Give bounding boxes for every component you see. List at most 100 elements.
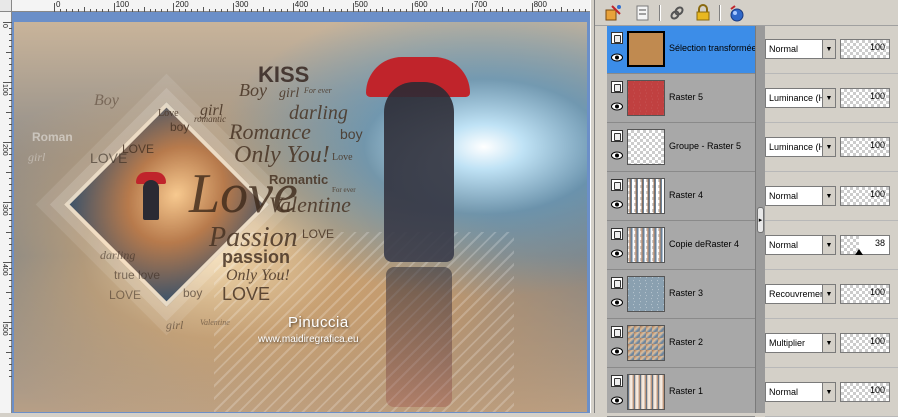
lock-icon[interactable] [693,3,713,23]
layer-name[interactable]: Raster 5 [669,92,755,102]
opacity-value: 100 [869,189,885,199]
layer-thumbnail[interactable] [627,31,665,67]
opacity-slider[interactable]: 100 [840,382,890,402]
chevron-down-icon[interactable]: ▼ [822,285,835,303]
opacity-slider[interactable]: 100 [840,88,890,108]
opacity-pointer-icon[interactable] [855,249,864,255]
layer-name[interactable]: Copie deRaster 4 [669,239,755,249]
ruler-minor-tick [251,9,252,12]
layer-thumbnail[interactable] [627,129,665,165]
ruler-minor-tick [95,9,97,12]
layer-row[interactable]: Raster 5 [607,75,755,123]
blend-mode-value: Normal [769,240,799,250]
layer-thumbnail[interactable] [627,276,665,312]
ruler-minor-tick [549,9,551,12]
layer-mask-toggle[interactable] [611,81,623,93]
layer-thumbnail[interactable] [627,227,665,263]
ruler-tick-label: 600 [414,0,428,9]
ruler-minor-tick [9,304,12,305]
opacity-slider[interactable]: 100 [840,186,890,206]
blend-mode-select[interactable]: Normal ▼ [765,39,836,59]
layer-row[interactable]: Sélection transformée [607,26,755,74]
word-only-you-small: Only You! [226,267,290,284]
visibility-toggle-icon[interactable] [727,3,747,23]
layer-mask-toggle[interactable] [611,130,623,142]
layer-name[interactable]: Raster 1 [669,386,755,396]
layer-row[interactable]: Raster 4 [607,173,755,221]
blend-mode-select[interactable]: Recouvrement ▼ [765,284,836,304]
link-icon[interactable] [667,3,687,23]
layer-name[interactable]: Raster 2 [669,337,755,347]
blend-mode-select[interactable]: Normal ▼ [765,382,836,402]
opacity-slider[interactable]: 38 [840,235,890,255]
layer-name[interactable]: Raster 4 [669,190,755,200]
eye-icon[interactable] [611,151,623,160]
blend-mode-select[interactable]: Luminance (H) ▼ [765,137,836,157]
eye-icon[interactable] [611,102,623,111]
layer-thumbnail[interactable] [627,178,665,214]
layer-row[interactable]: Raster 1 [607,369,755,417]
layer-mask-toggle[interactable] [611,326,623,338]
layer-name[interactable]: Sélection transformée [669,43,755,53]
opacity-slider[interactable]: 100 [840,137,890,157]
ruler-minor-tick [477,9,479,12]
opacity-value: 100 [869,385,885,395]
layer-row[interactable]: Copie deRaster 4 [607,222,755,270]
eye-icon[interactable] [611,396,623,405]
ruler-minor-tick [495,9,497,12]
ruler-minor-tick [543,9,545,12]
ruler-minor-tick [442,7,444,12]
layer-mask-toggle[interactable] [611,32,623,44]
ruler-minor-tick [519,9,521,12]
eye-icon[interactable] [611,298,623,307]
blend-mode-select[interactable]: Normal ▼ [765,235,836,255]
eye-icon[interactable] [611,200,623,209]
chevron-down-icon[interactable]: ▼ [822,138,835,156]
word-valentine-lower: Valentine [200,318,230,327]
eye-icon[interactable] [611,249,623,258]
chevron-down-icon[interactable]: ▼ [822,89,835,107]
ruler-tick-label: 0 [1,24,8,28]
blend-mode-select[interactable]: Normal ▼ [765,186,836,206]
layer-thumbnail[interactable] [627,80,665,116]
layer-mask-toggle[interactable] [611,228,623,240]
blend-mode-select[interactable]: Multiplier ▼ [765,333,836,353]
chevron-down-icon[interactable]: ▼ [822,334,835,352]
chevron-down-icon[interactable]: ▼ [822,40,835,58]
ruler-minor-tick [418,9,420,12]
eye-icon[interactable] [611,53,623,62]
layer-row[interactable]: Raster 2 [607,320,755,368]
word-boy: Boy [239,80,267,100]
chevron-down-icon[interactable]: ▼ [822,187,835,205]
layer-mask-toggle[interactable] [611,277,623,289]
layer-name[interactable]: Groupe - Raster 5 [669,141,755,151]
word-valentine: Valentine [269,192,351,217]
ruler-minor-tick [388,9,390,12]
layer-thumbnail[interactable] [627,325,665,361]
layer-row[interactable]: Raster 3 [607,271,755,319]
ruler-minor-tick [483,9,485,12]
ruler-tick [3,82,12,83]
ruler-minor-tick [215,9,217,12]
layer-thumbnail[interactable] [627,374,665,410]
layer-name[interactable]: Raster 3 [669,288,755,298]
ruler-minor-tick [9,166,12,167]
small-couple-figure [143,180,159,220]
chevron-down-icon[interactable]: ▼ [822,236,835,254]
ruler-minor-tick [9,46,12,47]
opacity-slider[interactable]: 100 [840,39,890,59]
layer-row[interactable]: Groupe - Raster 5 [607,124,755,172]
layers-toolbar [595,0,898,26]
layer-mask-toggle[interactable] [611,375,623,387]
blend-mode-select[interactable]: Luminance (H) ▼ [765,88,836,108]
chevron-down-icon[interactable]: ▼ [822,383,835,401]
opacity-slider[interactable]: 100 [840,333,890,353]
eye-icon[interactable] [611,347,623,356]
collapse-button[interactable]: ▸ [757,207,764,233]
image-canvas[interactable]: Roman girl Boy LOVE darling true love LO… [14,22,587,412]
blend-mode-value: Luminance (H) [769,93,829,103]
layer-properties-icon[interactable] [633,3,653,23]
new-layer-icon[interactable] [603,3,623,23]
layer-mask-toggle[interactable] [611,179,623,191]
opacity-slider[interactable]: 100 [840,284,890,304]
